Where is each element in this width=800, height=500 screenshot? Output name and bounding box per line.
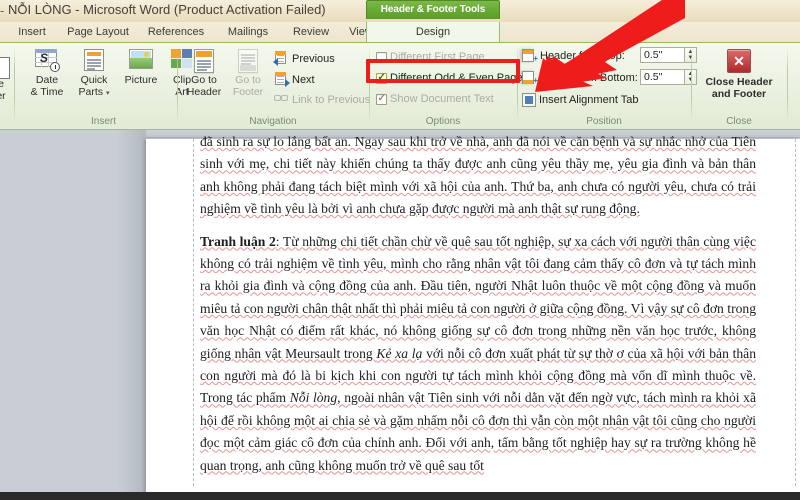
document-body-text[interactable]: đã sinh ra sự lo lắng bất an. Ngay sau k… (200, 131, 756, 487)
close-header-and-footer-button[interactable]: Close Header and Footer (694, 49, 784, 100)
different-first-page-label: Different First Page (390, 51, 485, 63)
close-label-line2: and Footer (711, 87, 767, 100)
paragraph-1-text: đã sinh ra sự lo lắng bất an. Ngay sau k… (200, 134, 756, 217)
ribbon-group-insert: S Date & Time Quick Parts ▾ Picture Clip… (16, 43, 192, 129)
ribbon-group-close: Close Header and Footer Close (692, 43, 786, 129)
tab-insert[interactable]: Insert (6, 22, 58, 42)
next-icon (274, 72, 290, 87)
quick-parts-button[interactable]: Quick Parts ▾ (70, 49, 118, 99)
paragraph-2-italic-title-2: Nỗi lòng (289, 390, 338, 406)
go-to-header-button[interactable]: Go to Header (182, 49, 226, 98)
ribbon-group-header-footer: e er (0, 43, 14, 129)
header-from-top-row[interactable]: + Header from Top: (522, 49, 625, 63)
footer-from-bottom-label: Footer from Bottom: (540, 72, 638, 84)
tab-review[interactable]: Review (284, 22, 338, 42)
go-to-footer-button[interactable]: Go to Footer (226, 49, 270, 98)
go-to-footer-label-line1: Go to (235, 74, 261, 86)
header-from-top-icon: + (522, 49, 538, 63)
next-button[interactable]: Next (274, 72, 315, 87)
group-label-position: Position (586, 116, 622, 127)
left-margin-pane (0, 130, 146, 500)
paragraph-1: đã sinh ra sự lo lắng bất an. Ngay sau k… (200, 131, 756, 221)
different-odd-even-pages-option[interactable]: Different Odd & Even Pages (376, 72, 528, 84)
go-to-header-icon (194, 49, 214, 73)
show-document-text-label: Show Document Text (390, 93, 494, 105)
go-to-footer-icon (238, 49, 258, 73)
close-icon (727, 49, 751, 73)
different-odd-even-pages-label: Different Odd & Even Pages (390, 72, 528, 84)
ribbon: e er S Date & Time (0, 42, 800, 130)
link-to-previous-label: Link to Previous (292, 94, 371, 106)
different-odd-even-pages-checkbox[interactable] (376, 72, 387, 84)
picture-label-line1: Picture (124, 74, 158, 86)
quick-parts-icon (84, 49, 104, 71)
link-to-previous-button[interactable]: Link to Previous (274, 93, 370, 107)
header-from-top-input[interactable]: 0.5" (640, 47, 684, 63)
insert-alignment-tab-icon (522, 93, 536, 107)
group-separator-6 (787, 47, 788, 121)
different-first-page-option[interactable]: Different First Page (376, 51, 485, 63)
go-to-header-label-line2: Header (186, 85, 222, 98)
footer-from-bottom-input[interactable]: 0.5" (640, 69, 684, 85)
header-from-top-label: Header from Top: (540, 50, 625, 62)
header-from-top-spinner[interactable]: 0.5" ▲ ▼ (640, 47, 697, 63)
go-to-header-label-line1: Go to (191, 74, 217, 86)
ribbon-group-navigation: Go to Header Go to Footer Previous Next … (178, 43, 370, 129)
date-and-time-button[interactable]: S Date & Time (24, 49, 70, 98)
bottom-edge-bar (0, 492, 800, 500)
close-label-line1: Close Header (705, 76, 773, 88)
word-application-window: - NỖI LÒNG - Microsoft Word (Product Act… (0, 0, 800, 500)
date-time-label-line2: & Time (30, 85, 64, 98)
tab-page-layout[interactable]: Page Layout (60, 22, 136, 42)
document-area: đã sinh ra sự lo lắng bất an. Ngay sau k… (0, 130, 800, 500)
show-document-text-option[interactable]: Show Document Text (376, 93, 494, 105)
picture-icon (129, 49, 153, 69)
different-first-page-checkbox[interactable] (376, 51, 387, 63)
group-label-insert: Insert (90, 116, 116, 127)
document-page[interactable]: đã sinh ra sự lo lắng bất an. Ngay sau k… (146, 134, 800, 500)
next-label: Next (292, 73, 315, 86)
title-leading-dash: - (0, 3, 5, 18)
ribbon-tab-strip: Insert Page Layout References Mailings R… (0, 22, 800, 42)
group-label-navigation: Navigation (249, 116, 297, 127)
footer-from-bottom-spinner[interactable]: 0.5" ▲ ▼ (640, 69, 697, 85)
group-label-close: Close (726, 116, 752, 127)
insert-alignment-tab-label: Insert Alignment Tab (539, 94, 639, 106)
previous-button[interactable]: Previous (273, 51, 335, 66)
group-separator-1 (14, 47, 15, 121)
go-to-footer-label-line2: Footer (232, 85, 264, 98)
group-label-options: Options (425, 116, 461, 127)
header-footer-icon (0, 57, 10, 79)
quick-parts-caret-icon: ▾ (105, 89, 110, 97)
previous-icon (273, 51, 289, 66)
paragraph-2: Tranh luận 2: Từ những chi tiết chần chừ… (200, 231, 756, 477)
date-time-icon: S (35, 49, 60, 72)
show-document-text-checkbox[interactable] (376, 93, 387, 105)
paragraph-2-heading-run: Tranh luận 2 (200, 233, 276, 249)
quick-parts-label-line2: Parts ▾ (78, 85, 110, 98)
footer-from-bottom-icon: + (522, 71, 538, 85)
contextual-tab-title: Header & Footer Tools (380, 4, 486, 15)
link-to-previous-icon (274, 93, 289, 107)
window-title: NỖI LÒNG - Microsoft Word (Product Activ… (8, 2, 326, 17)
ribbon-group-options: Different First Page Different Odd & Eve… (370, 43, 528, 129)
tab-references[interactable]: References (140, 22, 212, 42)
footer-from-bottom-row[interactable]: + Footer from Bottom: (522, 71, 638, 85)
tab-design[interactable]: Design (366, 22, 500, 42)
paragraph-2-italic-title-1: Kẻ xa lạ (376, 345, 423, 361)
date-time-label-line1: Date (35, 74, 59, 86)
ribbon-group-position: + Header from Top: 0.5" ▲ ▼ + Footer fro… (518, 43, 697, 129)
title-bar: - NỖI LÒNG - Microsoft Word (Product Act… (0, 0, 800, 22)
insert-alignment-tab-button[interactable]: Insert Alignment Tab (522, 93, 638, 107)
previous-label: Previous (292, 52, 335, 65)
picture-button[interactable]: Picture (118, 49, 164, 87)
contextual-tab-header: Header & Footer Tools (366, 0, 500, 19)
paragraph-2-run-1: : Từ những chi tiết chần chừ về quê sau … (200, 233, 757, 361)
tab-mailings[interactable]: Mailings (216, 22, 280, 42)
